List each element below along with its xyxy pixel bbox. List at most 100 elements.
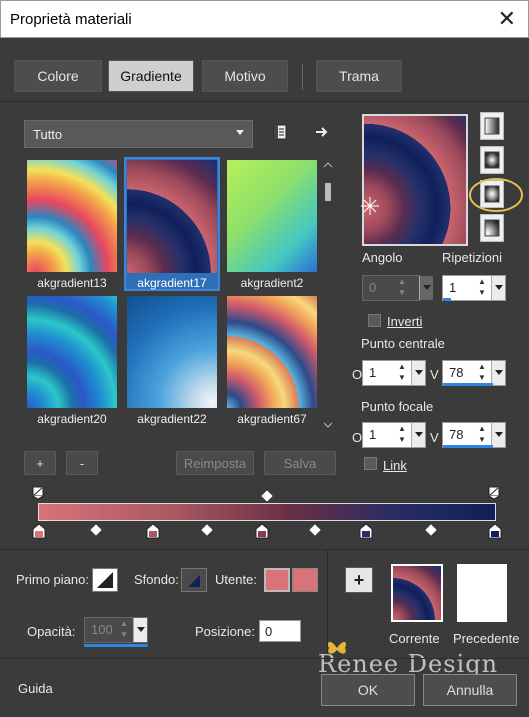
gradient-swatch	[27, 296, 117, 408]
gradient-preview[interactable]	[360, 114, 468, 246]
center-o-stepper[interactable]: ▲ ▼	[395, 361, 409, 385]
gallery-item-akgradient17[interactable]: akgradient17	[124, 157, 220, 291]
gallery-item-akgradient67[interactable]: akgradient67	[224, 293, 320, 427]
user-label: Utente:	[215, 572, 257, 587]
color-stop-4[interactable]	[359, 523, 373, 542]
gallery-item-akgradient13[interactable]: akgradient13	[24, 157, 120, 291]
angle-dropdown[interactable]	[419, 276, 433, 300]
center-v-dropdown[interactable]	[491, 361, 505, 385]
color-stop-5[interactable]	[488, 523, 502, 542]
filter-value: Tutto	[33, 127, 63, 142]
center-point-label: Punto centrale	[361, 336, 445, 351]
help-label[interactable]: Guida	[18, 681, 53, 696]
cancel-button[interactable]: Annulla	[423, 674, 517, 706]
opacity-stepper[interactable]: ▲ ▼	[117, 618, 131, 642]
gallery-item-label: akgradient67	[237, 412, 307, 426]
ok-button[interactable]: OK	[321, 674, 415, 706]
focal-v-bar	[443, 445, 493, 448]
arrow-right-icon[interactable]	[314, 124, 330, 140]
opacity-stop-end[interactable]	[488, 486, 500, 500]
user-swatch-2[interactable]	[292, 568, 318, 592]
current-swatch[interactable]	[391, 564, 443, 622]
gradient-swatch	[127, 160, 217, 273]
color-midpoint-1[interactable]	[90, 524, 102, 536]
previous-swatch[interactable]	[457, 564, 507, 622]
focal-v-label: V	[430, 430, 439, 445]
foreground-swatch[interactable]	[92, 568, 118, 592]
angle-input[interactable]: 0	[362, 275, 420, 301]
foreground-label: Primo piano:	[16, 572, 89, 587]
chevron-down-icon	[236, 130, 244, 135]
rectangular-style-button[interactable]	[480, 146, 504, 174]
window-title: Proprietà materiali	[10, 11, 132, 28]
open-folder-icon[interactable]	[272, 124, 288, 140]
gallery-item-label: akgradient17	[137, 276, 207, 290]
repeat-level-bar	[443, 298, 451, 301]
position-input[interactable]: 0	[259, 620, 301, 642]
focal-point-icon[interactable]	[360, 196, 380, 216]
tab-gradiente[interactable]: Gradiente	[108, 60, 194, 92]
remove-gradient-button[interactable]: -	[66, 451, 98, 475]
tab-trama[interactable]: Trama	[316, 60, 402, 92]
gallery-item-akgradient2[interactable]: akgradient2	[224, 157, 320, 291]
link-checkbox[interactable]	[364, 457, 377, 470]
gradient-swatch	[227, 296, 317, 408]
user-swatch-1[interactable]	[264, 568, 290, 592]
invert-checkbox[interactable]	[368, 314, 381, 327]
gallery-scrollbar[interactable]	[322, 161, 334, 429]
color-stop-1[interactable]	[32, 523, 46, 542]
color-stop-3[interactable]	[255, 523, 269, 542]
focal-v-stepper[interactable]: ▲ ▼	[475, 423, 489, 447]
tab-motivo[interactable]: Motivo	[202, 60, 288, 92]
repeat-label: Ripetizioni	[442, 250, 502, 265]
gallery-item-label: akgradient22	[137, 412, 207, 426]
gradient-swatch	[227, 160, 317, 272]
background-label: Sfondo:	[134, 572, 179, 587]
close-icon[interactable]: ✕	[498, 7, 516, 31]
center-o-label: O	[352, 367, 363, 382]
angle-label: Angolo	[362, 250, 403, 265]
gradient-swatch	[27, 160, 117, 272]
background-swatch[interactable]	[181, 568, 207, 592]
angle-stepper[interactable]: ▲ ▼	[395, 276, 409, 300]
center-o-dropdown[interactable]	[411, 361, 425, 385]
save-button[interactable]: Salva	[264, 451, 336, 475]
color-midpoint-4[interactable]	[425, 524, 437, 536]
link-label: Link	[383, 458, 407, 473]
repeat-stepper[interactable]: ▲ ▼	[475, 276, 489, 300]
gradient-strip[interactable]	[38, 503, 496, 521]
sunburst-style-button[interactable]	[480, 214, 504, 242]
center-v-bar	[443, 383, 493, 386]
focal-o-stepper[interactable]: ▲ ▼	[395, 423, 409, 447]
gallery-item-label: akgradient20	[37, 412, 107, 426]
gallery-item-akgradient22[interactable]: akgradient22	[124, 293, 220, 427]
focal-o-label: O	[352, 430, 363, 445]
divider	[0, 549, 529, 550]
gallery-item-akgradient20[interactable]: akgradient20	[24, 293, 120, 427]
opacity-dropdown[interactable]	[133, 618, 147, 642]
divider	[0, 101, 529, 102]
gallery-item-label: akgradient2	[240, 276, 304, 290]
position-label: Posizione:	[195, 624, 255, 639]
current-gradient	[393, 566, 441, 620]
focal-o-dropdown[interactable]	[411, 423, 425, 447]
linear-style-button[interactable]	[480, 112, 504, 140]
focal-v-dropdown[interactable]	[491, 423, 505, 447]
gradient-filter-dropdown[interactable]: Tutto	[24, 120, 253, 148]
tab-colore[interactable]: Colore	[14, 60, 102, 92]
gallery-item-label: akgradient13	[37, 276, 107, 290]
reset-button[interactable]: Reimposta	[176, 451, 254, 475]
previous-label: Precedente	[453, 631, 520, 646]
color-midpoint-2[interactable]	[201, 524, 213, 536]
opacity-stop-start[interactable]	[32, 486, 44, 500]
add-gradient-button[interactable]: +	[24, 451, 56, 475]
color-midpoint-3[interactable]	[309, 524, 321, 536]
gradient-swatch	[127, 296, 217, 408]
color-stop-2[interactable]	[146, 523, 160, 542]
divider	[0, 658, 529, 659]
invert-label: Inverti	[387, 314, 423, 329]
opacity-midpoint[interactable]	[261, 490, 273, 502]
add-swatch-button[interactable]: +	[345, 567, 373, 593]
repeat-dropdown[interactable]	[491, 276, 505, 300]
center-v-stepper[interactable]: ▲ ▼	[475, 361, 489, 385]
